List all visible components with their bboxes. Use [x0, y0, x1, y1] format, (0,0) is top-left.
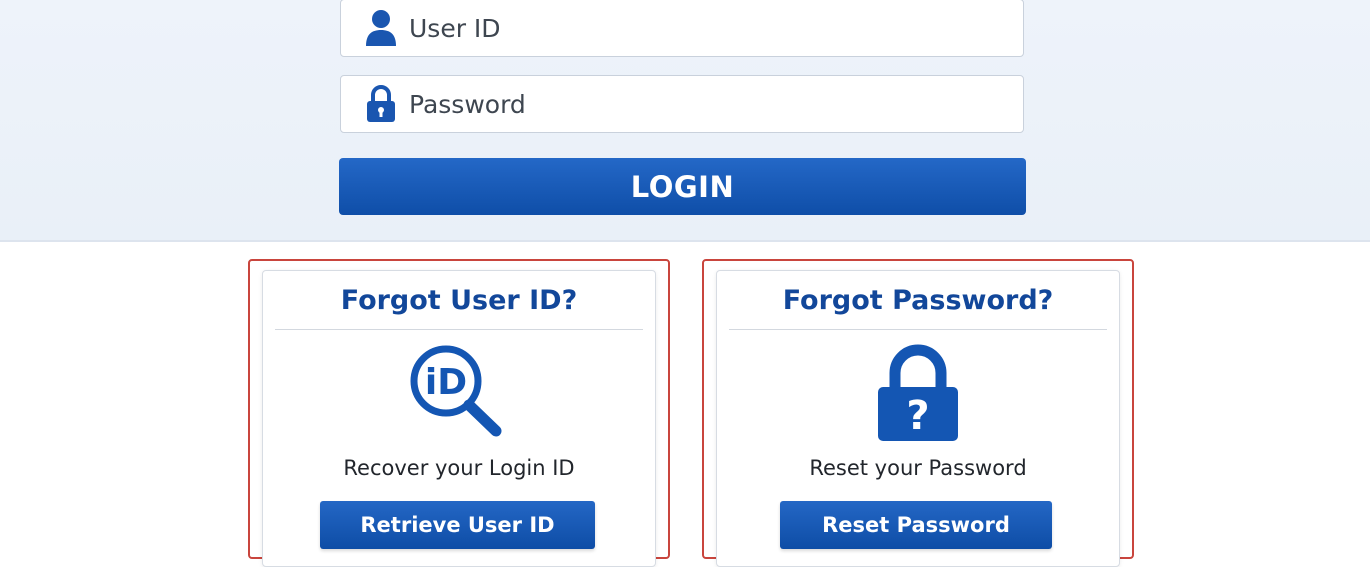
svg-text:?: ? [906, 393, 929, 439]
user-icon [363, 8, 399, 48]
divider [729, 329, 1107, 330]
forgot-user-id-title: Forgot User ID? [340, 285, 578, 316]
password-field[interactable]: Password [340, 75, 1024, 133]
svg-text:iD: iD [425, 362, 467, 403]
padlock-question-icon: ? [717, 343, 1119, 443]
divider [275, 329, 643, 330]
reset-password-button[interactable]: Reset Password [780, 501, 1052, 549]
id-search-icon: iD [263, 343, 655, 443]
login-button[interactable]: LOGIN [339, 158, 1026, 215]
forgot-user-id-card: Forgot User ID? iD Recover your Login ID… [262, 270, 656, 567]
lock-icon [363, 84, 399, 124]
forgot-password-highlight: Forgot Password? ? Reset your Password R… [702, 259, 1134, 567]
forgot-user-id-description: Recover your Login ID [343, 456, 575, 480]
forgot-password-title: Forgot Password? [782, 285, 1054, 316]
password-placeholder: Password [409, 89, 526, 119]
forgot-password-description: Reset your Password [809, 456, 1027, 480]
user-id-placeholder: User ID [409, 13, 501, 43]
user-id-field[interactable]: User ID [340, 0, 1024, 57]
retrieve-user-id-button[interactable]: Retrieve User ID [320, 501, 595, 549]
forgot-password-card: Forgot Password? ? Reset your Password R… [716, 270, 1120, 567]
forgot-user-id-highlight: Forgot User ID? iD Recover your Login ID… [248, 259, 670, 567]
